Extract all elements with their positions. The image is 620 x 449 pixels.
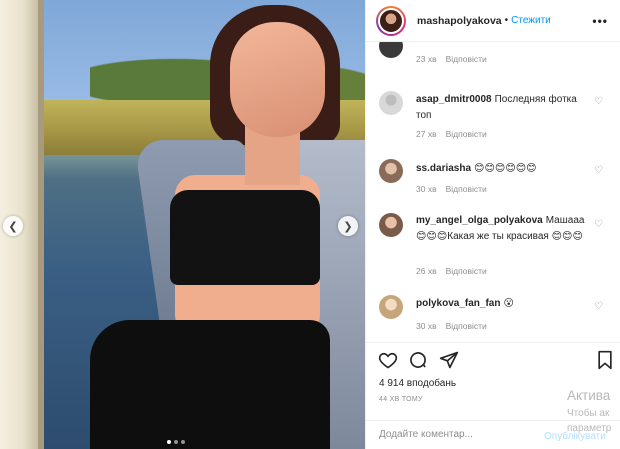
comment-time: 26 хв [416, 266, 437, 276]
commenter-username[interactable]: asap_dmitr0008 [416, 94, 492, 105]
chevron-right-icon: ❯ [343, 220, 353, 233]
comment-meta: 26 хв Відповісти [416, 266, 487, 276]
commenter-avatar[interactable] [379, 91, 403, 115]
heart-icon[interactable] [377, 349, 399, 371]
carousel-indicator [167, 440, 185, 444]
reply-button[interactable]: Відповісти [446, 321, 487, 331]
carousel-dot [181, 440, 185, 444]
comment-like-icon[interactable]: ♡ [594, 165, 603, 176]
comment-body: my_angel_olga_polyakova Машааа😊😊😊Какая же… [416, 213, 591, 245]
author-avatar[interactable] [376, 5, 406, 36]
carousel-next-button[interactable]: ❯ [338, 216, 358, 236]
comment-meta: 30 хв Відповісти [416, 184, 487, 194]
commenter-username[interactable]: polykova_fan_fan [416, 298, 500, 309]
follow-button[interactable]: Стежити [511, 15, 551, 26]
comment-meta: 23 хв Відповісти [416, 54, 487, 64]
comment-like-icon[interactable]: ♡ [594, 301, 603, 312]
comment-meta: 30 хв Відповісти [416, 321, 487, 331]
reply-button[interactable]: Відповісти [446, 54, 487, 64]
add-comment-input[interactable] [379, 429, 544, 440]
comment-like-icon[interactable]: ♡ [594, 42, 603, 45]
commenter-avatar[interactable] [379, 159, 403, 183]
header-separator: • [504, 15, 509, 26]
commenter-username[interactable]: ss.dariasha [416, 163, 471, 174]
comment-time: 27 хв [416, 129, 437, 139]
post-actions [366, 342, 620, 372]
post-side-panel: mashapolyakova • Стежити ••• 23 хв Відпов… [365, 0, 620, 449]
comment-time: 23 хв [416, 54, 437, 64]
photo-person [60, 0, 365, 449]
commenter-avatar[interactable] [379, 295, 403, 319]
author-username[interactable]: mashapolyakova [417, 15, 502, 27]
comment-like-icon[interactable]: ♡ [594, 219, 603, 230]
comment-text: 😊😊😊😊😊😊 [474, 163, 537, 174]
add-comment-bar: Опублікувати [366, 420, 620, 449]
bookmark-icon[interactable] [594, 349, 616, 371]
likes-count[interactable]: 4 914 вподобань [379, 378, 456, 389]
post-timestamp: 44 ХВ ТОМУ [379, 396, 423, 403]
comment-body: ss.dariasha 😊😊😊😊😊😊 [416, 161, 591, 177]
comment-list[interactable]: 23 хв Відповісти ♡ asap_dmitr0008Последня… [366, 42, 620, 342]
carousel-dot [174, 440, 178, 444]
comment-text: 😮 [503, 298, 514, 309]
chevron-left-icon: ❮ [8, 220, 18, 233]
comment-icon[interactable] [407, 349, 429, 371]
comment-time: 30 хв [416, 184, 437, 194]
reply-button[interactable]: Відповісти [446, 266, 487, 276]
reply-button[interactable]: Відповісти [446, 129, 487, 139]
more-horizontal-icon[interactable]: ••• [592, 14, 608, 28]
comment-body: polykova_fan_fan 😮 [416, 296, 591, 312]
commenter-avatar[interactable] [379, 213, 403, 237]
post-photo[interactable]: ❮ ❯ [0, 0, 365, 449]
comment-time: 30 хв [416, 321, 437, 331]
comment-body: asap_dmitr0008 Последняя фотка топ [416, 92, 591, 124]
send-icon[interactable] [438, 349, 460, 371]
carousel-prev-button[interactable]: ❮ [3, 216, 23, 236]
comment-like-icon[interactable]: ♡ [594, 96, 603, 107]
commenter-avatar[interactable] [379, 42, 403, 58]
reply-button[interactable]: Відповісти [446, 184, 487, 194]
post-header: mashapolyakova • Стежити ••• [366, 0, 620, 42]
commenter-username[interactable]: my_angel_olga_polyakova [416, 215, 543, 226]
comment-meta: 27 хв Відповісти [416, 129, 487, 139]
photo-boat-rail-edge [38, 0, 44, 449]
carousel-dot [167, 440, 171, 444]
publish-button[interactable]: Опублікувати [544, 431, 606, 442]
